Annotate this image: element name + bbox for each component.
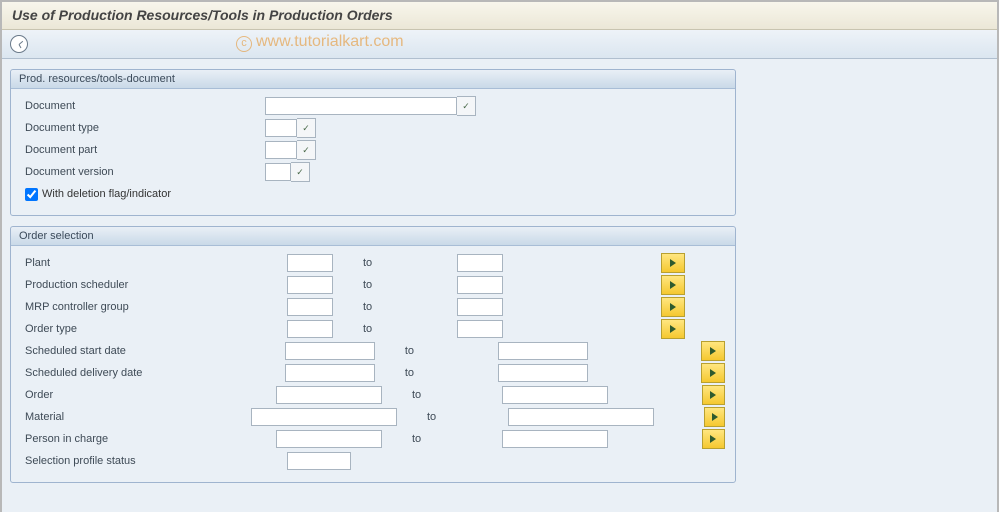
prod_scheduler-label: Production scheduler	[21, 279, 287, 291]
doc-type-matchcode-icon[interactable]: ✓	[297, 118, 316, 138]
person-label: Person in charge	[21, 433, 276, 445]
group-doc-header: Prod. resources/tools-document	[11, 70, 735, 89]
order-row-mrp_group: MRP controller group to	[21, 296, 725, 318]
document-input[interactable]	[265, 97, 457, 115]
order-row-plant: Plant to	[21, 252, 725, 274]
doc-type-input[interactable]	[265, 119, 297, 137]
prod_scheduler-from-input[interactable]	[287, 276, 333, 294]
person-to-input[interactable]	[502, 430, 608, 448]
sched_start-to-input[interactable]	[498, 342, 588, 360]
order_type-label: Order type	[21, 323, 287, 335]
plant-to-label: to	[333, 257, 457, 269]
arrow-right-icon	[670, 303, 676, 311]
arrow-right-icon	[670, 259, 676, 267]
order-row-prod_scheduler: Production scheduler to	[21, 274, 725, 296]
sched_delivery-to-label: to	[375, 367, 498, 379]
plant-label: Plant	[21, 257, 287, 269]
order-to-input[interactable]	[502, 386, 608, 404]
sched_start-from-input[interactable]	[285, 342, 375, 360]
sched_start-to-label: to	[375, 345, 498, 357]
mrp_group-multiselect-button[interactable]	[661, 297, 685, 317]
doc-part-input[interactable]	[265, 141, 297, 159]
order-row-order: Order to	[21, 384, 725, 406]
sched_start-multiselect-button[interactable]	[701, 341, 725, 361]
doc-version-matchcode-icon[interactable]: ✓	[291, 162, 310, 182]
order-to-label: to	[382, 389, 502, 401]
material-label: Material	[21, 411, 251, 423]
order-row-material: Material to	[21, 406, 725, 428]
doc-type-label: Document type	[21, 122, 265, 134]
doc-version-input[interactable]	[265, 163, 291, 181]
arrow-right-icon	[710, 347, 716, 355]
group-order-header: Order selection	[11, 227, 735, 246]
execute-icon[interactable]	[10, 35, 28, 53]
material-from-input[interactable]	[251, 408, 397, 426]
document-label: Document	[21, 100, 265, 112]
doc-version-label: Document version	[21, 166, 265, 178]
arrow-right-icon	[712, 413, 718, 421]
doc-part-label: Document part	[21, 144, 265, 156]
sched_delivery-from-input[interactable]	[285, 364, 375, 382]
sel_profile-from-input[interactable]	[287, 452, 351, 470]
group-doc: Prod. resources/tools-document Document …	[10, 69, 736, 216]
plant-multiselect-button[interactable]	[661, 253, 685, 273]
document-matchcode-icon[interactable]: ✓	[457, 96, 476, 116]
order_type-to-label: to	[333, 323, 457, 335]
prod_scheduler-to-label: to	[333, 279, 457, 291]
material-multiselect-button[interactable]	[704, 407, 725, 427]
mrp_group-from-input[interactable]	[287, 298, 333, 316]
mrp_group-label: MRP controller group	[21, 301, 287, 313]
group-order: Order selection PlanttoProduction schedu…	[10, 226, 736, 483]
order-from-input[interactable]	[276, 386, 382, 404]
deletion-flag-checkbox[interactable]	[25, 188, 38, 201]
order-label: Order	[21, 389, 276, 401]
order-row-order_type: Order type to	[21, 318, 725, 340]
sched_delivery-multiselect-button[interactable]	[701, 363, 725, 383]
order-row-sched_start: Scheduled start date to	[21, 340, 725, 362]
material-to-input[interactable]	[508, 408, 654, 426]
mrp_group-to-input[interactable]	[457, 298, 503, 316]
arrow-right-icon	[710, 369, 716, 377]
person-from-input[interactable]	[276, 430, 382, 448]
order-multiselect-button[interactable]	[702, 385, 725, 405]
plant-to-input[interactable]	[457, 254, 503, 272]
arrow-right-icon	[710, 435, 716, 443]
doc-part-matchcode-icon[interactable]: ✓	[297, 140, 316, 160]
person-multiselect-button[interactable]	[702, 429, 725, 449]
arrow-right-icon	[670, 325, 676, 333]
deletion-flag-label: With deletion flag/indicator	[42, 188, 171, 200]
sched_delivery-label: Scheduled delivery date	[21, 367, 285, 379]
toolbar	[2, 30, 997, 59]
prod_scheduler-multiselect-button[interactable]	[661, 275, 685, 295]
sel_profile-label: Selection profile status	[21, 455, 287, 467]
order-row-sel_profile: Selection profile status	[21, 450, 725, 472]
page-title: Use of Production Resources/Tools in Pro…	[2, 2, 997, 30]
arrow-right-icon	[710, 391, 716, 399]
order-row-person: Person in charge to	[21, 428, 725, 450]
sched_start-label: Scheduled start date	[21, 345, 285, 357]
order-row-sched_delivery: Scheduled delivery date to	[21, 362, 725, 384]
sched_delivery-to-input[interactable]	[498, 364, 588, 382]
order_type-from-input[interactable]	[287, 320, 333, 338]
arrow-right-icon	[670, 281, 676, 289]
order_type-multiselect-button[interactable]	[661, 319, 685, 339]
plant-from-input[interactable]	[287, 254, 333, 272]
mrp_group-to-label: to	[333, 301, 457, 313]
order_type-to-input[interactable]	[457, 320, 503, 338]
material-to-label: to	[397, 411, 508, 423]
prod_scheduler-to-input[interactable]	[457, 276, 503, 294]
person-to-label: to	[382, 433, 502, 445]
